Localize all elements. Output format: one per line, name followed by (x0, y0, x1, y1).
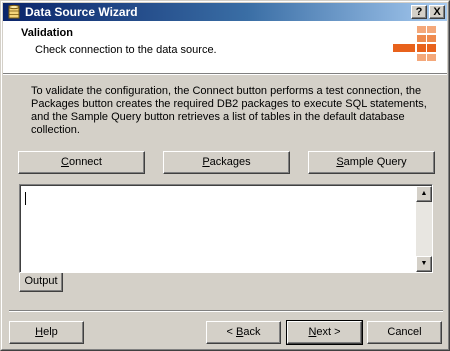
page-title: Validation (21, 27, 73, 39)
footer-divider-highlight (9, 311, 443, 312)
scroll-down-icon: ▼ (420, 260, 428, 267)
cancel-label: Cancel (387, 326, 422, 338)
tab-output[interactable]: Output (19, 273, 63, 292)
back-button[interactable]: < Back (206, 321, 281, 344)
page-subtitle: Check connection to the data source. (35, 44, 217, 56)
window-title: Data Source Wizard (25, 5, 138, 19)
close-icon: X (433, 6, 441, 18)
data-source-wizard-icon (8, 4, 20, 19)
connect-label: onnect (68, 156, 102, 168)
wizard-window: Data Source Wizard ? X Validation Check … (0, 0, 450, 351)
connect-mnemonic: C (61, 156, 69, 168)
cancel-button[interactable]: Cancel (367, 321, 442, 344)
help-label: elp (43, 326, 58, 338)
validation-description: To validate the configuration, the Conne… (31, 85, 427, 136)
scroll-up-button[interactable]: ▲ (416, 186, 432, 202)
help-question-icon: ? (415, 6, 423, 18)
output-text-frame: ▲ ▼ (20, 185, 432, 272)
ibm-db2-logo (393, 26, 436, 61)
wizard-header: Validation Check connection to the data … (3, 21, 447, 74)
scroll-up-icon: ▲ (420, 190, 428, 197)
scroll-down-button[interactable]: ▼ (416, 256, 432, 272)
packages-button[interactable]: Packages (163, 151, 290, 174)
sample-query-label: ample Query (343, 156, 407, 168)
packages-mnemonic: P (202, 156, 210, 168)
help-button[interactable]: Help (9, 321, 84, 344)
help-mnemonic: H (35, 326, 44, 338)
sample-query-mnemonic: S (336, 156, 344, 168)
close-button[interactable]: X (429, 5, 445, 19)
context-help-button[interactable]: ? (411, 5, 427, 19)
text-caret (25, 192, 26, 205)
next-label: ext > (316, 326, 341, 338)
next-button[interactable]: Next > (286, 320, 363, 345)
connect-button[interactable]: Connect (18, 151, 145, 174)
title-bar[interactable]: Data Source Wizard ? X (3, 3, 447, 21)
output-textbox[interactable]: ▲ ▼ (19, 184, 433, 273)
sample-query-button[interactable]: Sample Query (308, 151, 435, 174)
header-divider (3, 74, 447, 75)
packages-label: ackages (209, 156, 251, 168)
output-scrollbar[interactable]: ▲ ▼ (416, 186, 432, 272)
back-label: ack (243, 326, 261, 338)
back-prefix: < (226, 326, 236, 338)
